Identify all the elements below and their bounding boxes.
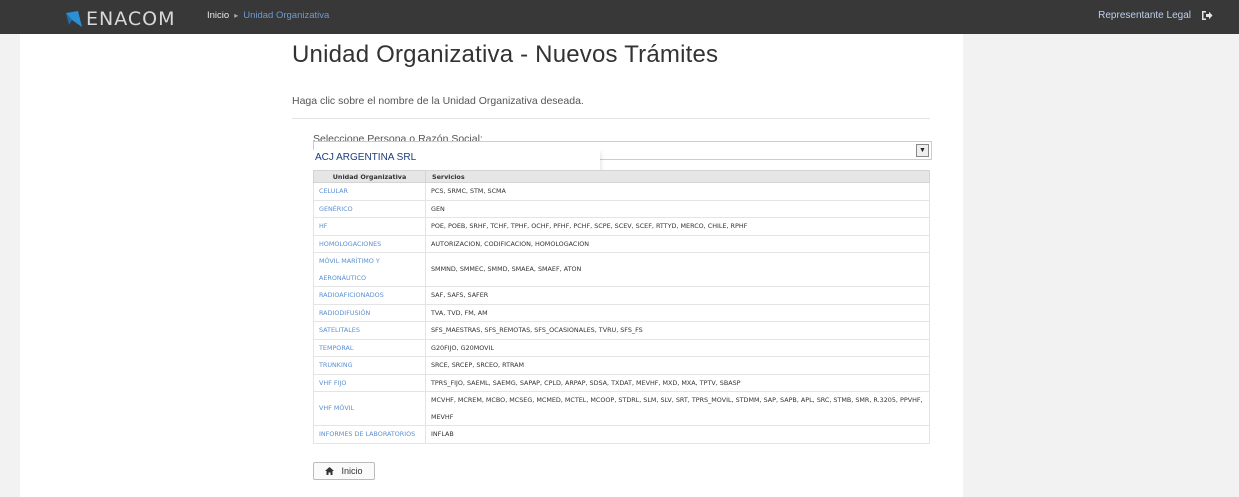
chevron-down-icon[interactable]: ▼ [916, 144, 929, 157]
unit-link[interactable]: HF [313, 217, 426, 236]
breadcrumb-home-link[interactable]: Inicio [207, 10, 229, 21]
page-title: Unidad Organizativa - Nuevos Trámites [292, 41, 719, 68]
table-row: RADIOAFICIONADOS SAF, SAFS, SAFER [313, 286, 930, 305]
table-row: VHF FIJO TPRS_FIJO, SAEML, SAEMG, SAPAP, … [313, 373, 930, 392]
enacom-logo[interactable]: ENACOM [66, 8, 176, 30]
services-cell: SMMND, SMMEC, SMMD, SMAEA, SMAEF, ATON [425, 252, 930, 287]
breadcrumb: Inicio ▸ Unidad Organizativa [207, 10, 329, 21]
table-row: VHF MÓVIL MCVHF, MCREM, MCBO, MCSEG, MCME… [313, 391, 930, 426]
unit-link[interactable]: VHF FIJO [313, 373, 426, 392]
table-header-row: Unidad Organizativa Servicios [313, 170, 930, 183]
services-cell: G20FIJO, G20MOVIL [425, 338, 930, 357]
enacom-logo-icon [66, 11, 82, 27]
instruction-text: Haga clic sobre el nombre de la Unidad O… [292, 95, 584, 107]
table-row: HF POE, POEB, SRHF, TCHF, TPHF, OCHF, PFH… [313, 217, 930, 236]
services-cell: TVA, TVD, FM, AM [425, 303, 930, 322]
table-row: SATELITALES SFS_MAESTRAS, SFS_REMOTAS, SF… [313, 321, 930, 340]
unit-link[interactable]: TRUNKING [313, 356, 426, 375]
unit-link[interactable]: RADIOAFICIONADOS [313, 286, 426, 305]
home-button[interactable]: Inicio [313, 462, 375, 480]
services-cell: MCVHF, MCREM, MCBO, MCSEG, MCMED, MCTEL,… [425, 391, 930, 426]
brand-name: ENACOM [86, 8, 176, 30]
table-row: INFORMES DE LABORATORIOS INFLAB [313, 425, 930, 444]
user-role-label[interactable]: Representante Legal [1098, 10, 1191, 21]
home-icon [325, 467, 335, 475]
home-button-label: Inicio [341, 466, 363, 476]
table-row: RADIODIFUSIÓN TVA, TVD, FM, AM [313, 303, 930, 322]
breadcrumb-current: Unidad Organizativa [243, 10, 330, 21]
divider [292, 118, 930, 119]
unit-link[interactable]: VHF MÓVIL [313, 391, 426, 426]
table-row: MÓVIL MARÍTIMO Y AERONÁUTICO SMMND, SMMEC… [313, 252, 930, 287]
services-cell: SAF, SAFS, SAFER [425, 286, 930, 305]
unit-link[interactable]: HOMOLOGACIONES [313, 234, 426, 253]
services-cell: GEN [425, 199, 930, 218]
services-cell: PCS, SRMC, STM, SCMA [425, 182, 930, 201]
table-row: TRUNKING SRCE, SRCEP, SRCEO, RTRAM [313, 356, 930, 375]
user-menu[interactable]: Representante Legal [1098, 10, 1213, 21]
services-cell: SRCE, SRCEP, SRCEO, RTRAM [425, 356, 930, 375]
services-cell: AUTORIZACION, CODIFICACION, HOMOLOGACION [425, 234, 930, 253]
unit-link[interactable]: SATELITALES [313, 321, 426, 340]
top-navbar: ENACOM Inicio ▸ Unidad Organizativa Repr… [0, 0, 1239, 34]
unit-link[interactable]: GENÉRICO [313, 199, 426, 218]
table-row: TEMPORAL G20FIJO, G20MOVIL [313, 338, 930, 357]
table-row: HOMOLOGACIONES AUTORIZACION, CODIFICACION… [313, 234, 930, 253]
unit-link[interactable]: INFORMES DE LABORATORIOS [313, 425, 426, 444]
unit-link[interactable]: TEMPORAL [313, 338, 426, 357]
units-table: Unidad Organizativa Servicios CELULAR PCS… [313, 170, 930, 444]
unit-link[interactable]: MÓVIL MARÍTIMO Y AERONÁUTICO [313, 252, 426, 287]
unit-link[interactable]: CELULAR [313, 182, 426, 201]
services-cell: SFS_MAESTRAS, SFS_REMOTAS, SFS_OCASIONAL… [425, 321, 930, 340]
services-cell: POE, POEB, SRHF, TCHF, TPHF, OCHF, PFHF,… [425, 217, 930, 236]
table-row: CELULAR PCS, SRMC, STM, SCMA [313, 182, 930, 201]
unit-link[interactable]: RADIODIFUSIÓN [313, 303, 426, 322]
sign-out-icon[interactable] [1201, 10, 1213, 21]
breadcrumb-separator-icon: ▸ [234, 11, 239, 20]
column-header-unit: Unidad Organizativa [313, 170, 426, 183]
person-select-value[interactable]: ACJ ARGENTINA SRL [313, 150, 600, 171]
services-cell: INFLAB [425, 425, 930, 444]
table-row: GENÉRICO GEN [313, 199, 930, 218]
column-header-services: Servicios [425, 170, 930, 183]
services-cell: TPRS_FIJO, SAEML, SAEMG, SAPAP, CPLD, AR… [425, 373, 930, 392]
